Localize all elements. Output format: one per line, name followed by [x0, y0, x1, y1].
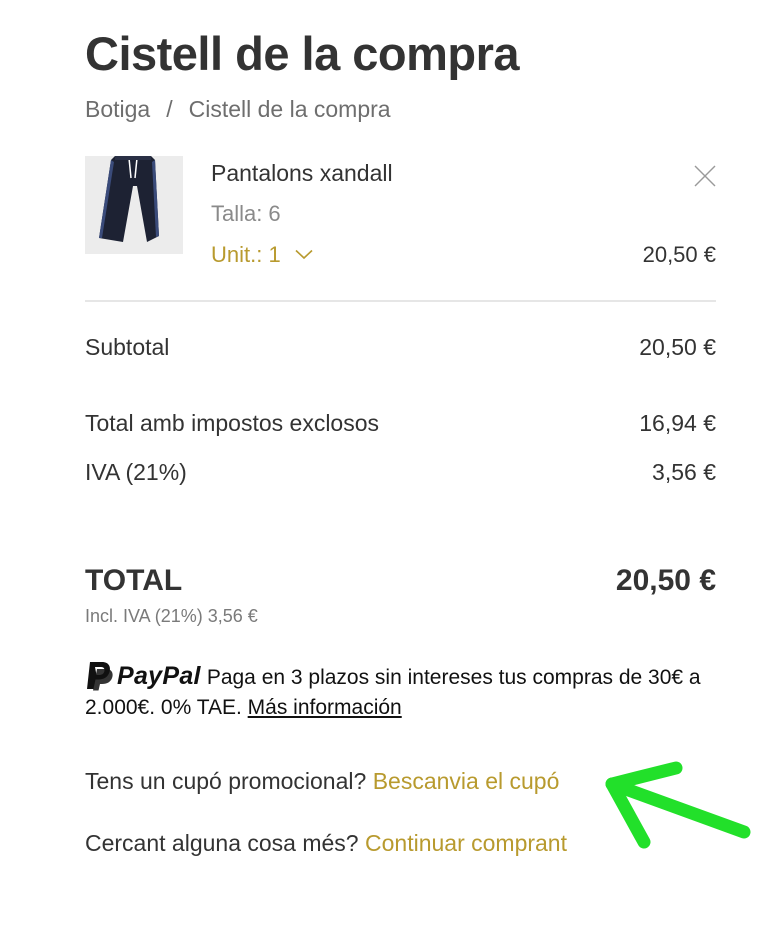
redeem-coupon-link[interactable]: Bescanvia el cupó	[373, 768, 560, 794]
annotation-arrow-icon	[605, 761, 751, 849]
total-tax-note: Incl. IVA (21%) 3,56 €	[85, 606, 258, 626]
tax-excluded-value: 16,94 €	[639, 410, 716, 436]
product-size: Talla: 6	[211, 201, 281, 227]
product-thumbnail[interactable]	[85, 156, 183, 254]
total-row: TOTAL 20,50 €	[85, 564, 716, 598]
promo-coupon-line: Tens un cupó promocional? Bescanvia el c…	[85, 768, 559, 795]
iva-row: IVA (21%) 3,56 €	[85, 459, 716, 486]
total-value: 20,50 €	[615, 564, 716, 597]
breadcrumb-home-link[interactable]: Botiga	[85, 96, 150, 122]
size-value: 6	[268, 201, 281, 226]
subtotal-row: Subtotal 20,50 €	[85, 334, 716, 361]
iva-label: IVA (21%)	[85, 459, 187, 485]
paypal-installments-banner: PayPal Paga en 3 plazos sin intereses tus…	[85, 661, 716, 723]
tax-excluded-row: Total amb impostos exclosos 16,94 €	[85, 410, 716, 437]
promo-question: Tens un cupó promocional?	[85, 768, 367, 794]
tracksuit-pants-image	[85, 156, 183, 254]
divider	[85, 300, 716, 302]
subtotal-value: 20,50 €	[639, 334, 716, 360]
remove-item-button[interactable]	[694, 165, 716, 187]
continue-shopping-line: Cercant alguna cosa més? Continuar compr…	[85, 830, 567, 857]
product-name[interactable]: Pantalons xandall	[211, 160, 393, 187]
tax-excluded-label: Total amb impostos exclosos	[85, 410, 380, 436]
iva-value: 3,56 €	[652, 459, 716, 485]
paypal-brand: PayPal	[117, 662, 201, 690]
breadcrumb-current: Cistell de la compra	[188, 96, 391, 122]
total-label: TOTAL	[85, 564, 183, 597]
breadcrumb: Botiga / Cistell de la compra	[85, 96, 391, 123]
subtotal-label: Subtotal	[85, 334, 170, 360]
quantity-label: Unit.: 1	[211, 242, 281, 267]
quantity-selector[interactable]: Unit.: 1	[211, 242, 313, 268]
paypal-logo-icon	[87, 662, 113, 691]
breadcrumb-separator: /	[166, 96, 173, 122]
continue-question: Cercant alguna cosa més?	[85, 830, 359, 856]
chevron-down-icon	[295, 249, 313, 259]
size-label: Talla:	[211, 201, 263, 226]
product-price: 20,50 €	[642, 242, 716, 267]
close-icon	[694, 165, 716, 187]
page-title: Cistell de la compra	[85, 27, 520, 80]
continue-shopping-link[interactable]: Continuar comprant	[365, 830, 567, 856]
paypal-more-info-link[interactable]: Más información	[248, 696, 402, 719]
